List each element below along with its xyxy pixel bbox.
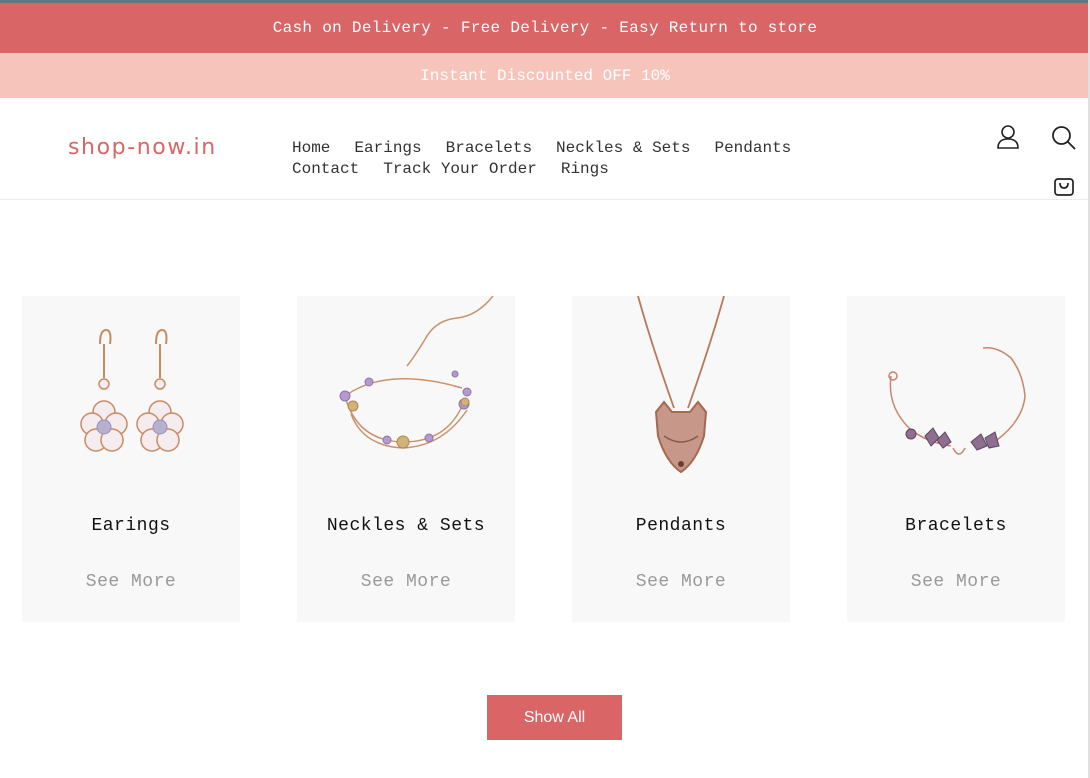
user-icon[interactable] <box>996 124 1020 155</box>
see-more-link[interactable]: See More <box>297 572 515 592</box>
bracelet-set-image[interactable] <box>297 295 515 506</box>
category-card-earings[interactable]: Earings See More <box>22 296 240 622</box>
see-more-link[interactable]: See More <box>572 572 790 592</box>
nav-contact[interactable]: Contact <box>292 159 359 180</box>
category-card-neckles-sets[interactable]: Neckles & Sets See More <box>297 295 515 622</box>
promo-banner-text: Cash on Delivery - Free Delivery - Easy … <box>272 19 818 37</box>
nav-track-order[interactable]: Track Your Order <box>383 159 537 180</box>
nav-neckles-sets[interactable]: Neckles & Sets <box>556 138 690 159</box>
bracelet-image[interactable] <box>847 296 1065 506</box>
category-title: Pendants <box>635 516 727 536</box>
show-all-button[interactable]: Show All <box>487 695 622 740</box>
shopping-bag-icon[interactable] <box>1053 175 1075 202</box>
category-card-bracelets[interactable]: Bracelets See More <box>847 296 1065 622</box>
nav-pendants[interactable]: Pendants <box>714 138 791 159</box>
category-title: Neckles & Sets <box>326 516 486 536</box>
category-title: Bracelets <box>905 516 1007 536</box>
see-more-link[interactable]: See More <box>22 572 240 592</box>
earrings-image[interactable] <box>22 296 240 506</box>
nav-earings[interactable]: Earings <box>354 138 421 159</box>
nav-home[interactable]: Home <box>292 138 330 159</box>
site-header: shop-now.in Home Earings Bracelets Neckles … <box>0 98 1090 200</box>
category-card-pendants[interactable]: Pendants See More <box>572 295 790 622</box>
promo-banner: Cash on Delivery - Free Delivery - Easy … <box>0 3 1090 53</box>
nav-rings[interactable]: Rings <box>561 159 609 180</box>
category-title: Earings <box>91 516 171 536</box>
discount-banner: Instant Discounted OFF 10% <box>0 53 1090 98</box>
search-icon[interactable] <box>1051 125 1077 156</box>
discount-banner-text: Instant Discounted OFF 10% <box>420 66 670 85</box>
nav-bracelets[interactable]: Bracelets <box>446 138 532 159</box>
see-more-link[interactable]: See More <box>847 572 1065 592</box>
site-logo[interactable]: shop-now.in <box>68 135 217 160</box>
main-nav: Home Earings Bracelets Neckles & Sets Pendan… <box>292 138 882 180</box>
fox-pendant-image[interactable] <box>572 295 790 506</box>
